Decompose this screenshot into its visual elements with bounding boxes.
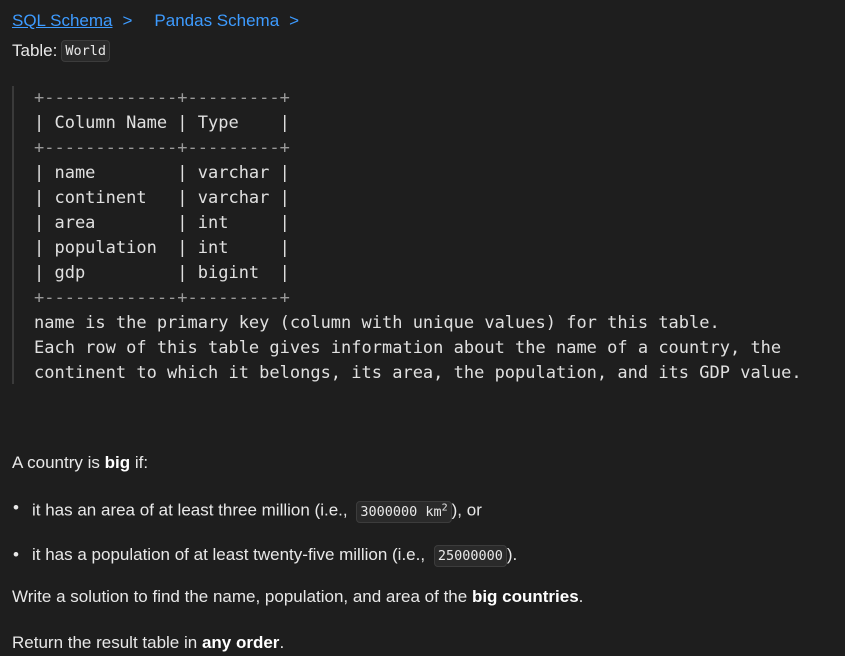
table-name-code: World [61, 40, 111, 62]
criterion-suffix: ). [506, 544, 518, 564]
schema-line: | Column Name | Type | [34, 113, 290, 133]
schema-tabs: SQL Schema > Pandas Schema > [12, 11, 299, 31]
tab-sql-schema[interactable]: SQL Schema > [12, 11, 132, 31]
schema-line: continent to which it belongs, its area,… [34, 363, 802, 383]
table-line: Table: World [12, 40, 111, 62]
criterion-sup: 2 [441, 502, 448, 513]
criterion-prefix: it has an area of at least three million… [32, 500, 353, 520]
schema-line: +-------------+---------+ [34, 138, 290, 158]
schema-block: +-------------+---------+ | Column Name … [12, 86, 834, 384]
chevron-right-icon: > [122, 11, 133, 30]
schema-line: | continent | varchar | [34, 188, 290, 208]
task-paragraph: Write a solution to find the name, popul… [12, 587, 583, 607]
chevron-right-icon: > [289, 11, 300, 30]
schema-pre: +-------------+---------+ | Column Name … [14, 86, 834, 386]
tab-sql-schema-label: SQL Schema [12, 11, 113, 30]
task-bold: big countries [471, 587, 579, 606]
criteria-list: it has an area of at least three million… [12, 496, 517, 587]
criterion-suffix: ), or [451, 500, 482, 520]
return-prefix: Return the result table in [12, 633, 202, 652]
list-item: it has a population of at least twenty-f… [12, 543, 517, 568]
task-prefix: Write a solution to find the name, popul… [12, 587, 472, 606]
tab-pandas-schema[interactable]: Pandas Schema > [154, 11, 299, 31]
schema-line: +-------------+---------+ [34, 288, 290, 308]
intro-paragraph: A country is big if: [12, 453, 148, 473]
criterion-code: 3000000 km2 [356, 500, 452, 523]
list-item: it has an area of at least three million… [12, 496, 517, 524]
intro-prefix: A country is [12, 453, 105, 472]
return-paragraph: Return the result table in any order. [12, 633, 284, 653]
intro-suffix: if: [130, 453, 149, 472]
criterion-code-text: 3000000 km [360, 503, 442, 520]
tab-pandas-schema-label: Pandas Schema [154, 11, 280, 30]
table-line-prefix: Table: [12, 41, 58, 60]
schema-line: name is the primary key (column with uni… [34, 313, 720, 333]
schema-line: +-------------+---------+ [34, 88, 290, 108]
criterion-prefix: it has a population of at least twenty-f… [32, 544, 430, 564]
criterion-code-text: 25000000 [437, 547, 503, 564]
schema-line: | population | int | [34, 238, 290, 258]
return-suffix: . [279, 633, 285, 652]
criterion-code: 25000000 [433, 544, 507, 567]
schema-line: | gdp | bigint | [34, 263, 290, 283]
task-suffix: . [578, 587, 584, 606]
schema-line: Each row of this table gives information… [34, 338, 782, 358]
return-bold: any order [201, 633, 280, 652]
schema-line: | area | int | [34, 213, 290, 233]
intro-bold: big [104, 453, 131, 472]
schema-line: | name | varchar | [34, 163, 290, 183]
